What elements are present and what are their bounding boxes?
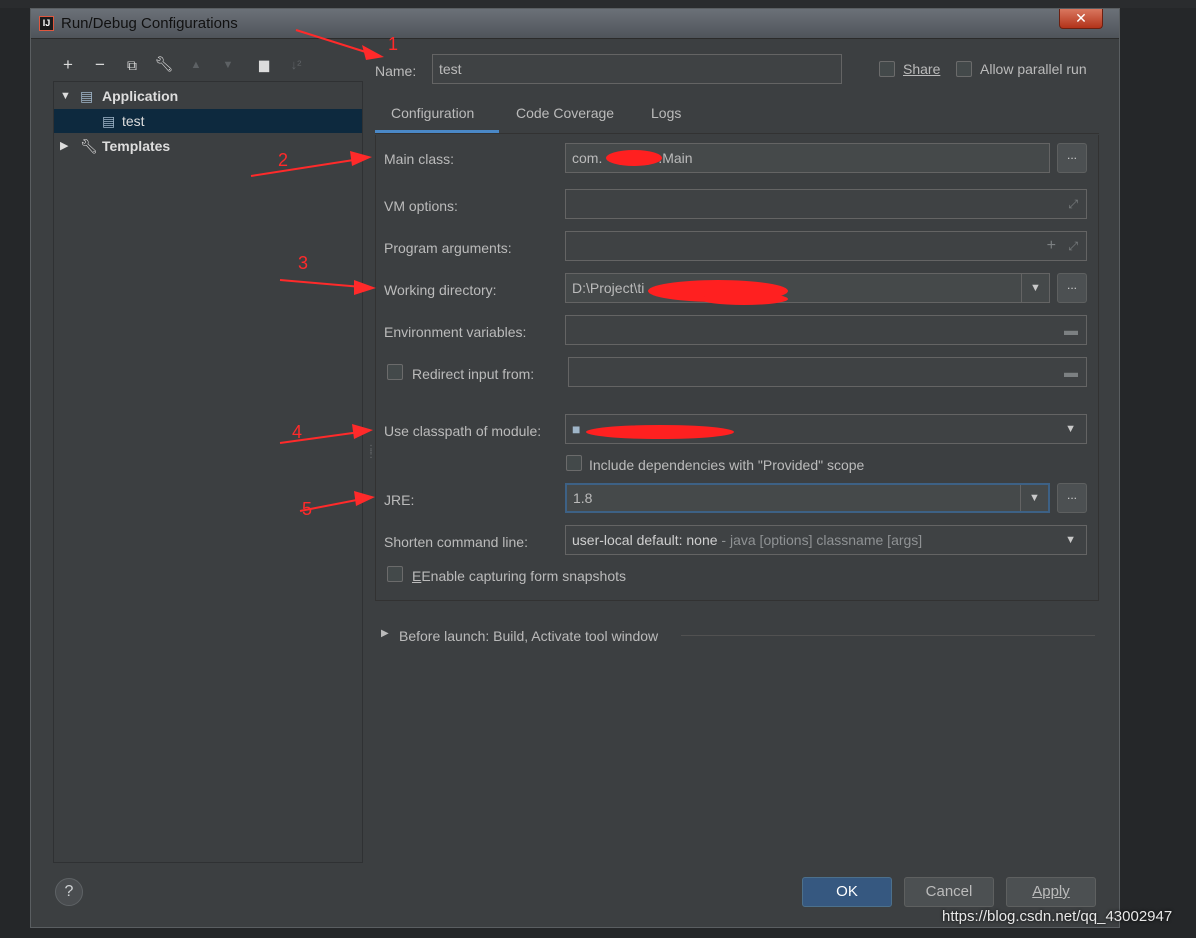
annotation-arrow-2 [250, 158, 361, 177]
annotation-arrowhead-1 [362, 45, 384, 60]
annotation-arrowhead-5 [354, 491, 375, 506]
annotation-label-4: 4 [292, 422, 302, 442]
annotation-label-2: 2 [278, 150, 288, 170]
annotation-label-3: 3 [298, 253, 308, 273]
annotation-arrowhead-2 [350, 151, 372, 166]
annotation-arrow-1 [295, 29, 373, 55]
annotation-arrowhead-3 [354, 280, 376, 295]
watermark: https://blog.csdn.net/qq_43002947 [942, 908, 1173, 925]
redaction-scribble [606, 150, 662, 166]
annotation-label-1: 1 [388, 34, 398, 54]
redaction-scribble [586, 425, 734, 439]
redaction-scribble [700, 293, 788, 305]
annotation-label-5: 5 [302, 499, 312, 519]
annotation-arrowhead-4 [352, 424, 373, 439]
annotation-overlay: 1 2 3 4 5 [250, 29, 788, 519]
annotation-arrow-3 [279, 279, 363, 288]
